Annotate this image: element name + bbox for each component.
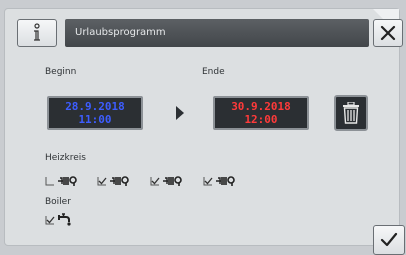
begin-label: Beginn [45, 67, 77, 77]
trash-icon [343, 102, 359, 124]
heating-circuit-icon [58, 176, 77, 186]
begin-time: 11:00 [78, 113, 112, 126]
heating-circuit-icon [110, 176, 129, 186]
heating-circuit-icon [216, 176, 235, 186]
boiler-toggle[interactable] [45, 212, 73, 228]
end-time: 12:00 [244, 113, 278, 126]
checkbox-unchecked-icon [45, 177, 54, 186]
heating-circuit-label: Heizkreis [45, 153, 86, 163]
checkbox-checked-icon [45, 216, 55, 225]
info-icon [34, 23, 40, 41]
checkmark-icon [380, 232, 398, 247]
begin-date: 28.9.2018 [65, 100, 125, 113]
checkbox-checked-icon [150, 177, 160, 186]
heating-circuit-3[interactable] [150, 173, 182, 189]
page-title: Urlaubsprogramm [75, 27, 166, 38]
boiler-label: Boiler [45, 197, 71, 207]
heating-circuit-4[interactable] [203, 173, 235, 189]
heating-circuit-icon [163, 176, 182, 186]
confirm-button[interactable] [373, 225, 405, 255]
checkbox-checked-icon [97, 177, 107, 186]
play-arrow-icon [176, 106, 184, 120]
end-datetime-field[interactable]: 30.9.2018 12:00 [213, 96, 309, 130]
faucet-icon [58, 213, 71, 226]
end-label: Ende [202, 67, 225, 77]
heating-circuit-2[interactable] [97, 173, 129, 189]
heating-circuit-1[interactable] [45, 173, 77, 189]
holiday-program-window: Urlaubsprogramm Beginn Ende 28.9.2018 11… [4, 8, 405, 255]
delete-button[interactable] [334, 95, 368, 131]
end-date: 30.9.2018 [231, 100, 291, 113]
info-button[interactable] [17, 19, 57, 47]
close-button[interactable] [373, 19, 403, 47]
arrow-indicator [173, 103, 187, 123]
title-bar: Urlaubsprogramm [65, 19, 369, 47]
close-icon [380, 25, 396, 41]
begin-datetime-field[interactable]: 28.9.2018 11:00 [47, 96, 143, 130]
checkbox-checked-icon [203, 177, 213, 186]
